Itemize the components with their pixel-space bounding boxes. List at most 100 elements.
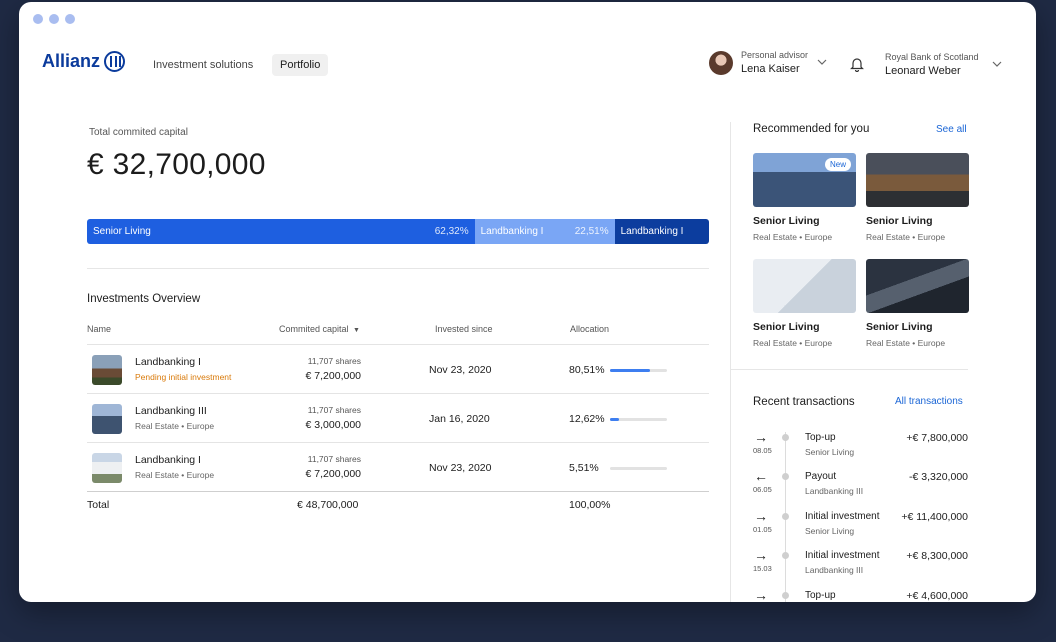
recommendation-card[interactable]: New Senior Living Real Estate • Europe	[753, 153, 856, 242]
nav-portfolio[interactable]: Portfolio	[272, 54, 329, 76]
transaction-date: 01.05	[753, 525, 772, 534]
account-name: Leonard Weber	[885, 65, 961, 77]
brand-name: Allianz	[42, 51, 101, 71]
segment-percent: 62,32%	[434, 226, 469, 237]
property-thumbnail	[92, 404, 122, 434]
committed-capital: € 3,000,000	[305, 419, 361, 431]
invested-since: Nov 23, 2020	[429, 462, 492, 474]
allocation-progress-fill	[610, 418, 619, 421]
property-thumbnail	[92, 355, 122, 385]
arrow-right-icon: →	[754, 587, 768, 602]
allocation-segment-landbanking[interactable]: Landbanking I	[614, 219, 709, 244]
see-all-link[interactable]: See all	[936, 124, 967, 135]
window-controls	[33, 14, 75, 24]
transaction-date: 15.03	[753, 564, 772, 573]
transaction-subtitle: Landbanking III	[805, 486, 864, 496]
card-title: Senior Living	[866, 321, 933, 333]
bank-name: Royal Bank of Scotland	[885, 52, 979, 62]
section-title: Investments Overview	[87, 293, 201, 305]
segment-label: Landbanking I	[480, 226, 544, 237]
allocation-progress	[610, 467, 667, 470]
card-title: Senior Living	[753, 215, 820, 227]
divider	[731, 369, 968, 370]
section-title: Recommended for you	[753, 123, 870, 135]
transaction-amount: +€ 11,400,000	[901, 511, 968, 523]
section-title: Recent transactions	[753, 396, 855, 408]
investment-name: Landbanking I	[135, 454, 201, 466]
transaction-title: Top-up	[805, 590, 836, 601]
window-dot[interactable]	[49, 14, 59, 24]
investment-category: Real Estate • Europe	[135, 421, 215, 431]
total-capital: € 48,700,000	[297, 499, 359, 511]
committed-capital: € 7,200,000	[305, 468, 361, 480]
transaction-date: 08.05	[753, 446, 772, 455]
recommendation-card[interactable]: Senior Living Real Estate • Europe	[866, 259, 969, 348]
nav-investment-solutions[interactable]: Investment solutions	[145, 54, 261, 76]
total-capital-label: Total commited capital	[89, 127, 188, 138]
divider	[87, 268, 709, 269]
column-header-label: Commited capital	[279, 324, 349, 334]
transaction-title: Top-up	[805, 432, 836, 443]
table-row[interactable]: Landbanking I Pending initial investment…	[87, 345, 709, 393]
segment-label: Senior Living	[93, 226, 151, 237]
allocation-progress	[610, 418, 667, 421]
card-title: Senior Living	[753, 321, 820, 333]
recommendation-card[interactable]: Senior Living Real Estate • Europe	[753, 259, 856, 348]
column-header-allocation: Allocation	[570, 324, 610, 334]
app-window: Allianz Investment solutions Portfolio P…	[19, 2, 1036, 602]
property-thumbnail	[92, 453, 122, 483]
property-image	[753, 259, 856, 313]
chevron-down-icon[interactable]	[992, 60, 1002, 71]
allocation-segment-landbanking[interactable]: Landbanking I 22,51%	[474, 219, 615, 244]
card-subtitle: Real Estate • Europe	[866, 232, 946, 242]
allocation-value: 12,62%	[569, 413, 605, 425]
committed-capital: € 7,200,000	[305, 370, 361, 382]
arrow-right-icon: →	[754, 429, 768, 445]
transaction-subtitle: Senior Living	[805, 526, 855, 536]
new-badge: New	[824, 158, 851, 171]
window-dot[interactable]	[33, 14, 43, 24]
window-dot[interactable]	[65, 14, 75, 24]
shares-count: 11,707 shares	[307, 356, 361, 366]
brand-logo[interactable]: Allianz	[42, 51, 126, 72]
investment-name: Landbanking I	[135, 356, 201, 368]
table-row[interactable]: Landbanking III Real Estate • Europe 11,…	[87, 394, 709, 442]
allocation-segment-senior-living[interactable]: Senior Living 62,32%	[87, 219, 475, 244]
account-menu[interactable]: Royal Bank of Scotland Leonard Weber	[885, 52, 979, 77]
arrow-left-icon: ←	[754, 468, 768, 484]
column-header-capital[interactable]: Commited capital ▼	[279, 324, 360, 334]
timeline-dot	[782, 434, 789, 441]
invested-since: Nov 23, 2020	[429, 364, 492, 376]
property-image	[866, 153, 969, 207]
total-allocation: 100,00%	[569, 499, 611, 511]
transaction-amount: -€ 3,320,000	[909, 471, 968, 483]
all-transactions-link[interactable]: All transactions	[895, 396, 963, 407]
segment-percent: 22,51%	[574, 226, 609, 237]
advisor-role: Personal advisor	[741, 50, 809, 60]
transaction-title: Initial investment	[805, 550, 880, 561]
timeline-dot	[782, 552, 789, 559]
card-title: Senior Living	[866, 215, 933, 227]
chevron-down-icon[interactable]	[817, 58, 827, 69]
transaction-subtitle: Landbanking III	[805, 565, 864, 575]
total-label: Total	[87, 499, 110, 511]
allocation-value: 80,51%	[569, 364, 605, 376]
avatar	[709, 50, 733, 75]
transaction-amount: +€ 8,300,000	[906, 550, 968, 562]
recommendation-card[interactable]: Senior Living Real Estate • Europe	[866, 153, 969, 242]
table-row[interactable]: Landbanking I Real Estate • Europe 11,70…	[87, 443, 709, 491]
property-image	[866, 259, 969, 313]
bell-icon[interactable]	[850, 56, 864, 73]
column-header-name: Name	[87, 324, 112, 334]
transaction-subtitle: Senior Living	[805, 447, 855, 457]
invested-since: Jan 16, 2020	[429, 413, 490, 425]
divider	[87, 491, 709, 492]
total-capital-value: € 32,700,000	[87, 148, 266, 181]
segment-label: Landbanking I	[620, 226, 684, 237]
transaction-date: 06.05	[753, 485, 772, 494]
advisor-menu[interactable]: Personal advisor Lena Kaiser	[709, 50, 808, 75]
caret-down-icon: ▼	[353, 327, 360, 334]
investment-category: Real Estate • Europe	[135, 470, 215, 480]
allocation-progress-fill	[610, 369, 650, 372]
transaction-title: Payout	[805, 471, 837, 482]
